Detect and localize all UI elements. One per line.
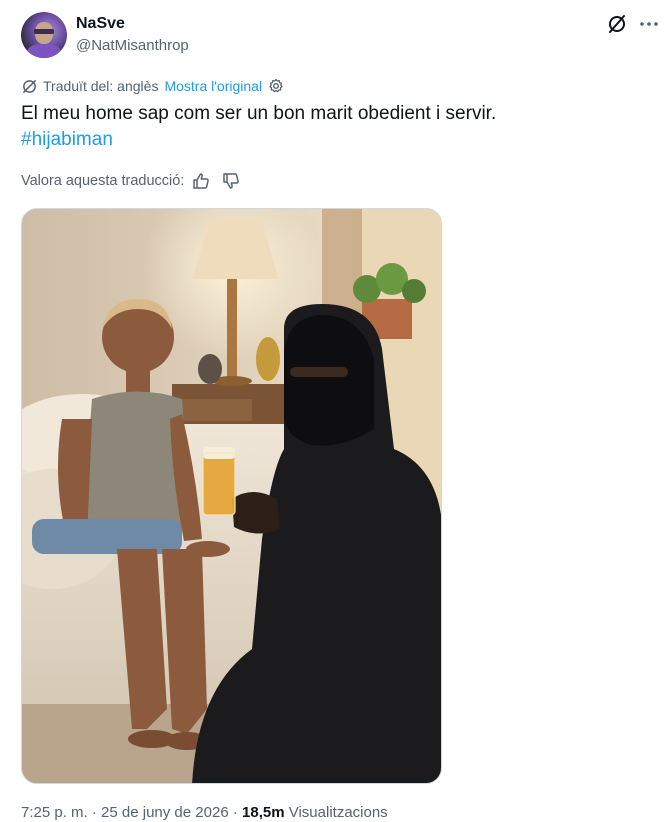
translate-icon — [23, 79, 36, 93]
tweet-date[interactable]: 25 de juny de 2026 — [101, 804, 229, 821]
avatar-shirt — [27, 44, 61, 58]
thumbs-up-icon[interactable] — [192, 172, 210, 190]
gear-icon[interactable] — [268, 78, 284, 94]
more-horizontal-icon[interactable] — [638, 13, 660, 35]
rate-translation-row: Valora aquesta traducció: — [21, 170, 240, 192]
tweet-time[interactable]: 7:25 p. m. — [21, 804, 88, 821]
views-count: 18,5m — [242, 804, 285, 821]
avatar-glasses — [34, 29, 54, 34]
meta-separator: · — [232, 804, 238, 821]
tweet-header: NaSve @NatMisanthrop — [21, 11, 661, 59]
thumbs-down-icon[interactable] — [222, 172, 240, 190]
display-name[interactable]: NaSve — [76, 15, 125, 33]
tweet-photo-illustration — [22, 209, 441, 783]
rate-translation-label: Valora aquesta traducció: — [21, 173, 185, 189]
translated-from-label: Traduït del: anglès — [43, 78, 159, 94]
translation-bar: Traduït del: anglès Mostra l'original — [21, 76, 284, 96]
tweet-image[interactable] — [21, 208, 442, 784]
grok-slash-icon[interactable] — [606, 13, 628, 35]
user-handle[interactable]: @NatMisanthrop — [76, 37, 189, 54]
avatar[interactable] — [21, 12, 67, 58]
show-original-link[interactable]: Mostra l'original — [164, 78, 262, 94]
views-label: Visualitzacions — [288, 804, 388, 821]
meta-separator: · — [91, 804, 97, 821]
tweet-meta: 7:25 p. m. · 25 de juny de 2026 · 18,5m … — [21, 804, 388, 821]
tweet-text: El meu home sap com ser un bon marit obe… — [21, 103, 497, 124]
hashtag-link[interactable]: #hijabiman — [21, 127, 113, 153]
